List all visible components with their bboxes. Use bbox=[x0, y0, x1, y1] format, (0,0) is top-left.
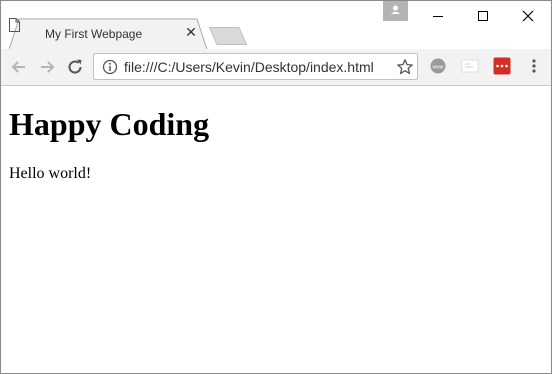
www-extension-icon[interactable]: www bbox=[429, 57, 447, 75]
svg-text:www: www bbox=[433, 64, 444, 70]
arrow-left-icon[interactable] bbox=[9, 57, 29, 77]
reload-icon[interactable] bbox=[65, 57, 85, 77]
arrow-right-icon[interactable] bbox=[37, 57, 57, 77]
maximize-icon[interactable] bbox=[460, 1, 505, 31]
new-tab-icon[interactable] bbox=[209, 27, 247, 45]
document-icon bbox=[9, 18, 20, 32]
page-paragraph: Hello world! bbox=[9, 165, 92, 182]
address-bar[interactable]: file:///C:/Users/Kevin/Desktop/index.htm… bbox=[93, 53, 418, 80]
minimize-icon[interactable] bbox=[415, 1, 460, 31]
tab-my-first-webpage[interactable]: My First Webpage ✕ bbox=[9, 18, 209, 50]
kebab-menu-icon[interactable] bbox=[525, 57, 543, 75]
profile-icon[interactable] bbox=[383, 1, 408, 21]
page-content: Happy Coding Hello world! bbox=[1, 86, 551, 373]
info-icon[interactable] bbox=[102, 59, 118, 75]
page-heading: Happy Coding bbox=[9, 106, 210, 142]
star-icon[interactable] bbox=[396, 58, 414, 76]
tab-close-icon[interactable]: ✕ bbox=[183, 24, 199, 40]
tab-title: My First Webpage bbox=[45, 27, 143, 41]
close-icon[interactable] bbox=[505, 1, 550, 31]
url-text[interactable]: file:///C:/Users/Kevin/Desktop/index.htm… bbox=[124, 59, 374, 75]
toolbar: file:///C:/Users/Kevin/Desktop/index.htm… bbox=[1, 49, 551, 86]
title-bar: My First Webpage ✕ bbox=[1, 1, 551, 50]
page-extension-icon[interactable] bbox=[461, 57, 479, 75]
browser-window: My First Webpage ✕ file:///C:/Users/Kevi… bbox=[0, 0, 552, 374]
red-extension-icon[interactable] bbox=[493, 57, 511, 75]
